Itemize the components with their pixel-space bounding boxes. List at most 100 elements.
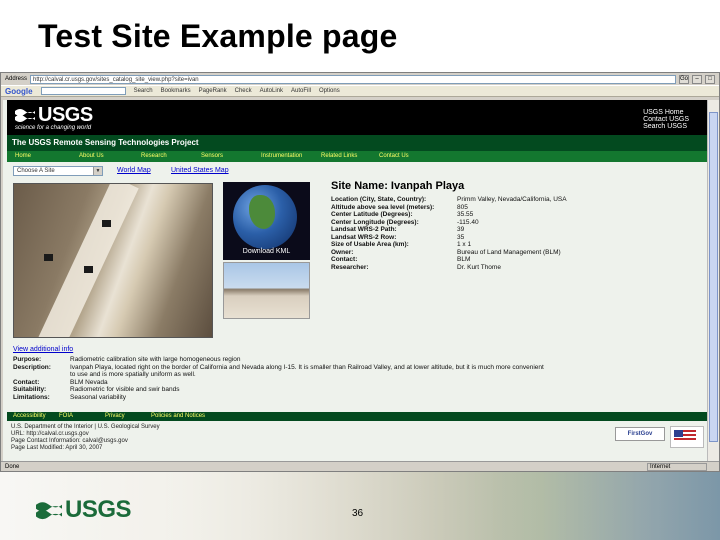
site-info-value: 1 x 1 <box>457 241 472 248</box>
browser-window: Address http://calval.cr.usgs.gov/sites_… <box>0 72 720 472</box>
site-info-row: Landsat WRS-2 Path: 39 <box>331 226 567 234</box>
nav-item-instrumentation[interactable]: Instrumentation <box>253 151 313 162</box>
header-link[interactable]: USGS Home <box>643 109 689 116</box>
detail-label: Description: <box>13 363 51 371</box>
detail-value: Ivanpah Playa, located right on the bord… <box>70 363 544 379</box>
slide-footer-banner: USGS 36 <box>0 472 720 540</box>
site-info-value: Primm Valley, Nevada/California, USA <box>457 196 567 203</box>
usgs-header: USGS science for a changing world USGS H… <box>7 100 707 135</box>
site-info-label: Contact: <box>331 256 358 263</box>
site-info-row: Landsat WRS-2 Row: 35 <box>331 234 567 242</box>
site-info-label: Center Latitude (Degrees): <box>331 211 413 218</box>
address-field[interactable]: http://calval.cr.usgs.gov/sites_catalog_… <box>30 74 676 84</box>
site-select[interactable]: Choose A Site ▼ <box>13 166 103 176</box>
usgs-logo[interactable]: USGS <box>15 105 93 125</box>
detail-row: Purpose: Radiometric calibration site wit… <box>13 356 550 364</box>
detail-row: Description: Ivanpah Playa, located right… <box>13 364 550 379</box>
site-info-label: Owner: <box>331 248 354 256</box>
header-link[interactable]: Contact USGS <box>643 116 689 123</box>
site-info-value: Bureau of Land Management (BLM) <box>457 248 561 256</box>
site-info-value: BLM <box>457 256 471 263</box>
nav-item-sensors[interactable]: Sensors <box>193 151 253 162</box>
main-nav: Home About Us Research Sensors Instrumen… <box>7 151 707 162</box>
site-info-label: Landsat WRS-2 Row: <box>331 233 397 241</box>
firstgov-logo[interactable]: FirstGov <box>615 427 665 441</box>
detail-value: BLM Nevada <box>70 378 108 386</box>
toolbar-item[interactable]: PageRank <box>199 88 227 94</box>
detail-label: Suitability: <box>13 386 47 393</box>
toolbar-item[interactable]: Search <box>134 88 153 94</box>
playa-photo <box>223 262 310 319</box>
satellite-image <box>13 183 213 338</box>
google-logo: Google <box>5 86 33 96</box>
usgs-wave-icon <box>15 109 35 122</box>
header-link[interactable]: Search USGS <box>643 123 689 130</box>
status-text: Done <box>5 464 20 470</box>
toolbar-item[interactable]: AutoLink <box>260 88 283 94</box>
footer-line: Page Contact Information: calval@usgs.go… <box>11 438 128 444</box>
download-kml-panel[interactable]: Download KML <box>223 182 310 260</box>
detail-label: Purpose: <box>13 356 42 363</box>
minimize-icon[interactable]: – <box>692 74 702 84</box>
maximize-icon[interactable]: □ <box>705 74 715 84</box>
project-title: The USGS Remote Sensing Technologies Pro… <box>7 135 707 151</box>
target-marker <box>84 266 93 273</box>
footer-link-foia[interactable]: FOIA <box>59 412 105 421</box>
scrollbar-thumb[interactable] <box>709 112 718 442</box>
site-info-value: 35 <box>457 233 465 241</box>
toolbar-item[interactable]: AutoFill <box>291 88 311 94</box>
site-info-row: Size of Usable Area (km): 1 x 1 <box>331 241 567 249</box>
site-select-value: Choose A Site <box>17 168 55 174</box>
banner-logo-text: USGS <box>65 496 132 523</box>
view-additional-info-link[interactable]: View additional info <box>13 346 73 353</box>
go-button[interactable]: Go <box>679 74 689 84</box>
download-kml-link[interactable]: Download KML <box>223 248 310 255</box>
detail-row: Contact: BLM Nevada <box>13 379 550 387</box>
footer-line: URL: http://calval.cr.usgs.gov <box>11 431 89 437</box>
google-toolbar: Google Search Bookmarks PageRank Check A… <box>1 85 719 97</box>
site-info-label: Researcher: <box>331 263 369 271</box>
footer-line: U.S. Department of the Interior | U.S. G… <box>11 424 160 430</box>
site-info-value: Dr. Kurt Thome <box>457 263 501 271</box>
footer-link-policies[interactable]: Policies and Notices <box>151 412 241 421</box>
nav-item-contact[interactable]: Contact Us <box>371 151 417 162</box>
nav-item-related-links[interactable]: Related Links <box>313 151 371 162</box>
footer-link-accessibility[interactable]: Accessibility <box>13 412 59 421</box>
nav-item-research[interactable]: Research <box>133 151 193 162</box>
world-map-link[interactable]: World Map <box>117 167 151 174</box>
take-pride-logo[interactable] <box>670 426 704 448</box>
toolbar-item[interactable]: Options <box>319 88 340 94</box>
address-bar: Address http://calval.cr.usgs.gov/sites_… <box>1 73 719 85</box>
usgs-wave-icon <box>36 502 62 520</box>
detail-value: Radiometric calibration site with large … <box>70 356 241 363</box>
toolbar-item[interactable]: Bookmarks <box>161 88 191 94</box>
site-info-row: Location (City, State, Country): Primm Va… <box>331 196 567 204</box>
google-search-input[interactable] <box>40 87 126 95</box>
detail-label: Contact: <box>13 378 40 386</box>
status-zone: Internet <box>647 463 707 471</box>
detail-value: Seasonal variability <box>70 393 127 401</box>
chevron-down-icon[interactable]: ▼ <box>93 167 102 175</box>
site-info-label: Location (City, State, Country): <box>331 196 427 203</box>
flag-canton <box>674 430 683 437</box>
address-label: Address <box>5 76 28 82</box>
footer-link-privacy[interactable]: Privacy <box>105 412 151 421</box>
banner-usgs-logo: USGS <box>36 496 132 524</box>
footer-line: Page Last Modified: April 30, 2007 <box>11 445 103 451</box>
nav-item-home[interactable]: Home <box>7 151 71 162</box>
footer-nav: Accessibility FOIA Privacy Policies and … <box>7 412 707 421</box>
site-info-label: Size of Usable Area (km): <box>331 241 409 248</box>
slide-title: Test Site Example page <box>38 18 398 54</box>
vertical-scrollbar[interactable] <box>707 100 719 471</box>
site-info-table: Location (City, State, Country): Primm Va… <box>331 196 567 271</box>
site-info-value: -115.40 <box>457 218 479 226</box>
site-info-value: 39 <box>457 226 465 233</box>
site-name: Site Name: Ivanpah Playa <box>331 180 465 192</box>
site-info-row: Altitude above sea level (meters): 805 <box>331 204 567 212</box>
nav-item-about[interactable]: About Us <box>71 151 133 162</box>
target-marker <box>44 254 53 261</box>
usgs-logo-text: USGS <box>38 104 93 126</box>
status-bar: Done Internet <box>1 461 719 471</box>
toolbar-item[interactable]: Check <box>235 88 252 94</box>
us-map-link[interactable]: United States Map <box>171 167 229 174</box>
